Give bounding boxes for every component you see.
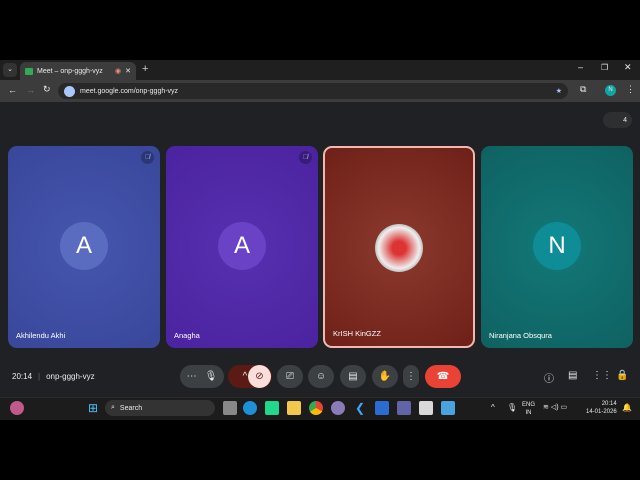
participant-name: KrISH KinGZZ xyxy=(333,329,381,338)
taskbar-search[interactable]: ⌕ Search xyxy=(105,400,215,416)
extensions-icon[interactable]: ⧉ xyxy=(580,84,586,95)
app-icon[interactable] xyxy=(331,401,345,415)
avatar-car-photo xyxy=(375,224,423,272)
reload-icon[interactable]: ↻ xyxy=(43,84,51,95)
tab-meet[interactable]: Meet – onp-gggh-vyz ◉ ✕ xyxy=(20,62,136,80)
language: ENG xyxy=(522,402,536,408)
meet-favicon-icon xyxy=(25,67,33,75)
leave-call-button[interactable]: ☎ xyxy=(425,365,461,388)
audio-controls[interactable]: ⋯ 🎙 xyxy=(180,365,224,388)
camera-off-button[interactable]: ⊘ xyxy=(248,365,271,388)
recording-icon: ◉ xyxy=(115,68,122,75)
participants-button[interactable]: 4 xyxy=(603,112,632,128)
widgets-icon[interactable] xyxy=(10,401,24,415)
participant-tile[interactable]: 🎙̸ A Anagha xyxy=(166,146,318,348)
emoji-reactions-button[interactable]: ☺ xyxy=(308,365,334,388)
more-options-button[interactable]: ⋮ xyxy=(403,365,419,388)
muted-mic-icon: 🎙̸ xyxy=(141,151,154,164)
clock[interactable]: 20:14 14-01-2026 xyxy=(586,400,617,416)
wifi-volume-battery-icons[interactable]: ≋ ◁) ▭ xyxy=(543,403,567,411)
minimize-button[interactable]: – xyxy=(578,62,583,72)
address-bar[interactable]: meet.google.com/onp-gggh-vyz ★ xyxy=(58,83,568,99)
host-controls-icon[interactable]: 🔒 xyxy=(616,370,628,381)
forward-icon[interactable]: → xyxy=(26,85,35,95)
tab-title: Meet – onp-gggh-vyz xyxy=(37,67,103,75)
mic-icon[interactable]: 🎙 xyxy=(205,371,218,382)
participant-name: Anagha xyxy=(174,331,200,340)
word-icon[interactable] xyxy=(375,401,389,415)
chevron-up-icon[interactable]: ^ xyxy=(243,371,248,382)
profile-avatar[interactable]: N xyxy=(605,85,616,96)
vscode-icon[interactable]: ❮ xyxy=(353,401,367,415)
raise-hand-button[interactable]: ✋ xyxy=(372,365,398,388)
tray-overflow-icon[interactable]: ^ xyxy=(491,403,495,412)
avatar: A xyxy=(218,222,266,270)
tab-list-button[interactable]: ⌄ xyxy=(3,63,17,77)
region: IN xyxy=(525,410,532,416)
file-explorer-icon[interactable] xyxy=(287,401,301,415)
meeting-time: 20:14 xyxy=(12,372,33,381)
search-placeholder: Search xyxy=(119,404,143,412)
present-screen-button[interactable]: ⎚ xyxy=(277,365,303,388)
new-tab-button[interactable]: + xyxy=(142,63,148,75)
close-window-button[interactable]: ✕ xyxy=(624,62,632,73)
mic-permission-icon[interactable] xyxy=(64,85,75,97)
teams-icon[interactable] xyxy=(397,401,411,415)
restore-button[interactable]: ❐ xyxy=(601,63,608,72)
activities-icon[interactable]: ⋮⋮ xyxy=(592,370,612,381)
participant-tile[interactable]: N Niranjana Obsqura xyxy=(481,146,633,348)
bookmark-star-icon[interactable]: ★ xyxy=(556,87,562,95)
task-view-icon[interactable] xyxy=(223,401,237,415)
powerpoint-icon[interactable] xyxy=(419,401,433,415)
clock-time: 20:14 xyxy=(601,401,617,407)
back-icon[interactable]: ← xyxy=(8,85,17,95)
chat-icon[interactable]: ▤ xyxy=(568,370,577,381)
meeting-info: 20:14 | onp-gggh-vyz xyxy=(12,372,95,381)
participant-name: Niranjana Obsqura xyxy=(489,331,552,340)
muted-mic-icon: 🎙̸ xyxy=(299,151,312,164)
close-tab-icon[interactable]: ✕ xyxy=(125,67,131,75)
avatar: A xyxy=(60,222,108,270)
meeting-details-icon[interactable]: ⓘ xyxy=(544,370,554,385)
edge-icon[interactable] xyxy=(243,401,257,415)
language-indicator[interactable]: ENG IN xyxy=(522,401,535,417)
clock-date: 14-01-2026 xyxy=(586,409,617,415)
captions-button[interactable]: ▤ xyxy=(340,365,366,388)
url-text[interactable]: meet.google.com/onp-gggh-vyz xyxy=(80,88,551,95)
avatar: N xyxy=(533,222,581,270)
notepad-icon[interactable] xyxy=(441,401,455,415)
start-icon[interactable]: ⊞ xyxy=(86,401,100,415)
participant-tile[interactable]: 🎙̸ A Akhilendu Akhi xyxy=(8,146,160,348)
meeting-code: onp-gggh-vyz xyxy=(46,372,95,381)
participant-count: 4 xyxy=(623,116,627,124)
participant-tile-speaking[interactable]: KrISH KinGZZ xyxy=(323,146,475,348)
notifications-icon[interactable]: 🔔 xyxy=(622,403,632,412)
pycharm-icon[interactable] xyxy=(265,401,279,415)
search-icon: ⌕ xyxy=(111,404,115,411)
tray-mic-icon: 🎙 xyxy=(507,403,518,412)
more-audio-icon[interactable]: ⋯ xyxy=(187,371,197,382)
chrome-icon[interactable] xyxy=(309,401,323,415)
menu-icon[interactable]: ⋮ xyxy=(626,84,635,95)
participant-name: Akhilendu Akhi xyxy=(16,331,66,340)
